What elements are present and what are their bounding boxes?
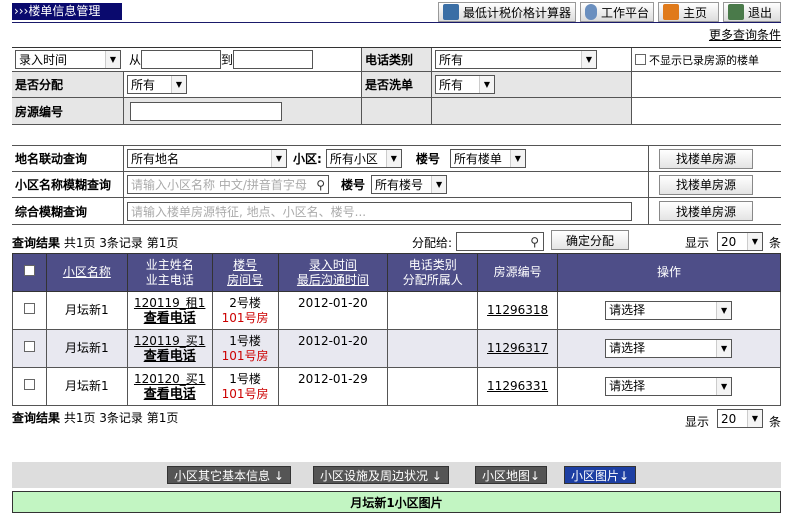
pagesize-label: 显示 [685,236,710,250]
home-button[interactable]: 主页 [658,2,719,22]
phone-type-select[interactable]: 所有 ▼ [435,50,597,69]
action-select[interactable]: 请选择 ▼ [605,377,733,396]
sort-time-header[interactable]: 录入时间 [279,258,388,273]
hide-sold-checkbox[interactable] [635,54,646,65]
tab-basic-info[interactable]: 小区其它基本信息 ↓ [167,466,291,484]
view-phone-link[interactable]: 查看电话 [128,387,212,402]
assigned-select[interactable]: 所有 ▼ [127,75,187,94]
date-to-input[interactable] [233,50,314,69]
place-select[interactable]: 所有地名 ▼ [127,149,287,168]
pagesize-select-top[interactable]: 20 ▼ [717,232,763,251]
confirm-assign-button[interactable]: 确定分配 [551,230,629,250]
header-divider [12,22,781,23]
combo-label: 综合模糊查询 [12,198,124,224]
time-type-select[interactable]: 录入时间 ▼ [15,50,121,69]
sort-name-header[interactable]: 小区名称 [63,265,111,279]
logout-button[interactable]: 退出 [723,2,781,22]
row-checkbox[interactable] [23,303,35,314]
find-button-2[interactable]: 找楼单房源 [659,174,753,195]
building-select[interactable]: 所有楼单 ▼ [449,149,526,168]
find-button-3[interactable]: 找楼单房源 [659,201,753,221]
search-icon: ⚲ [316,177,325,192]
search-icon: ⚲ [530,234,539,249]
filter-row-source: 房源编号 [12,98,781,125]
washed-label: 是否洗单 [362,72,432,97]
assign-input[interactable]: ⚲ [456,232,544,251]
tab-photos[interactable]: 小区图片↓ [564,466,637,484]
find-button-1[interactable]: 找楼单房源 [659,148,753,169]
date-from-input[interactable] [141,50,222,69]
action-select[interactable]: 请选择 ▼ [605,301,733,320]
page-title: ›››楼单信息管理 [12,3,122,20]
filter-row-assigned: 是否分配 所有 ▼ 是否洗单 所有 ▼ [12,72,781,98]
result-summary-top: 查询结果 共1页 3条记录 第1页 [12,236,179,250]
place-label: 地名联动查询 [12,146,124,171]
pagesize-select-bottom[interactable]: 20 ▼ [717,409,763,428]
calculator-icon [443,4,459,20]
view-phone-link[interactable]: 查看电话 [128,349,212,364]
row-checkbox[interactable] [23,341,35,352]
assigned-label: 是否分配 [12,72,124,97]
pagesize-unit: 条 [769,236,782,250]
action-select[interactable]: 请选择 ▼ [605,339,733,358]
exit-icon [728,4,744,20]
owner-link[interactable]: 120119_租1 [128,296,212,311]
filter-row-time: 录入时间 ▼ 从 到 电话类别 所有 ▼ 不显示已录房源的楼单 [12,47,781,72]
sort-building-header[interactable]: 楼号 [213,258,278,273]
source-link[interactable]: 11296318 [487,303,548,317]
select-all-checkbox[interactable] [23,265,35,276]
phone-type-label: 电话类别 [362,48,432,71]
washed-select[interactable]: 所有 ▼ [435,75,495,94]
source-link[interactable]: 11296317 [487,341,548,355]
view-phone-link[interactable]: 查看电话 [128,311,212,326]
filter-row-place: 地名联动查询 所有地名 ▼ 小区: 所有小区 ▼ 楼号 所有楼单 ▼ 找楼单房源 [12,146,781,172]
photo-section-title: 月坛新1小区图片 [12,491,781,513]
tab-facilities[interactable]: 小区设施及周边状况 ↓ [313,466,449,484]
pagesize-unit-bottom: 条 [769,415,782,429]
fuzzy-label: 小区名称模糊查询 [12,172,124,197]
filter-row-fuzzy: 小区名称模糊查询 请输入小区名称 中文/拼音首字母 ⚲ 楼号 所有楼号 ▼ 找楼单… [12,172,781,198]
table-row: 月坛新1 120119_租1 查看电话 2号楼 101号房 2012-01-20 1… [12,291,781,330]
row-checkbox[interactable] [23,379,35,390]
tab-map[interactable]: 小区地图↓ [475,466,548,484]
pagesize-label-bottom: 显示 [685,415,710,429]
result-summary-bottom: 查询结果 共1页 3条记录 第1页 [12,411,179,425]
source-no-input[interactable] [130,101,282,121]
building-select-2[interactable]: 所有楼号 ▼ [371,175,448,194]
table-row: 月坛新1 120120_买1 查看电话 1号楼 101号房 2012-01-29 1… [12,367,781,406]
owner-link[interactable]: 120119_买1 [128,334,212,349]
source-no-label: 房源编号 [12,98,124,124]
tax-calculator-button[interactable]: 最低计税价格计算器 [438,2,576,22]
filter-spacer [12,125,781,146]
results-table: 小区名称 业主姓名 业主电话 楼号 房间号 录入时间 最后沟通时间 电话类别 分配所属人… [12,253,781,406]
user-icon [585,4,597,20]
filter-row-combo: 综合模糊查询 请输入楼单房源特征, 地点、小区名、楼号... 找楼单房源 [12,198,781,225]
table-row: 月坛新1 120119_买1 查看电话 1号楼 101号房 2012-01-20 1… [12,329,781,368]
district-select[interactable]: 所有小区 ▼ [325,149,402,168]
source-link[interactable]: 11296331 [487,379,548,393]
home-icon [663,4,679,20]
combo-input[interactable]: 请输入楼单房源特征, 地点、小区名、楼号... [127,201,632,221]
workbench-button[interactable]: 工作平台 [580,2,654,22]
fuzzy-input[interactable]: 请输入小区名称 中文/拼音首字母 ⚲ [127,175,329,194]
table-header: 小区名称 业主姓名 业主电话 楼号 房间号 录入时间 最后沟通时间 电话类别 分配所属人… [12,253,781,292]
owner-link[interactable]: 120120_买1 [128,372,212,387]
assign-label: 分配给: [412,236,453,250]
more-search-link[interactable]: 更多查询条件 [709,26,781,43]
